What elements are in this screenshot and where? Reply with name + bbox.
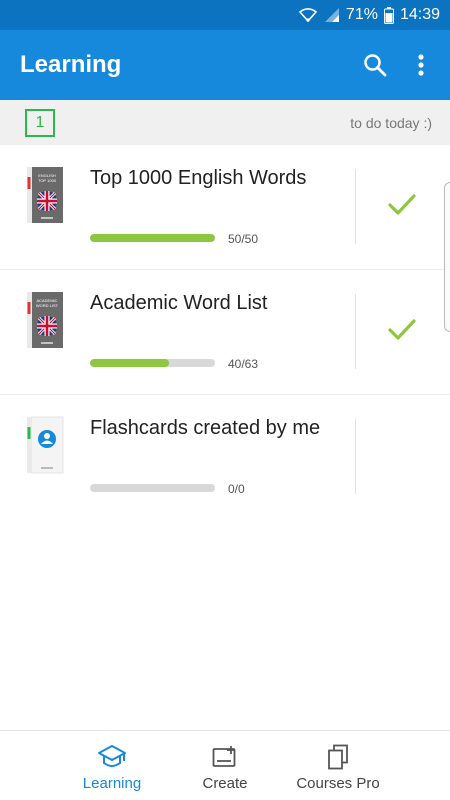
progress-count: 0/0 <box>228 482 245 496</box>
progress-bar <box>90 359 215 367</box>
todo-count-badge: 1 <box>25 108 55 137</box>
progress-fill <box>90 359 170 367</box>
page-title: Learning <box>20 51 122 78</box>
nav-create[interactable]: Create <box>165 731 285 800</box>
scroll-handle[interactable] <box>444 182 450 332</box>
uk-flag-book-icon: ENGLISH TOP 1000 <box>27 167 63 223</box>
courses-stack-icon <box>328 744 348 770</box>
more-vert-icon <box>418 54 424 76</box>
progress-count: 40/63 <box>228 357 259 371</box>
divider <box>355 419 356 494</box>
nav-learning[interactable]: Learning <box>52 731 172 800</box>
nav-label: Create <box>202 775 248 792</box>
todo-bar: 1 to do today :) <box>0 100 450 145</box>
divider <box>355 169 356 244</box>
progress-bar <box>90 484 215 492</box>
course-list: ENGLISH TOP 1000 Top 1000 English Words … <box>0 145 450 520</box>
more-options-button[interactable] <box>398 42 444 88</box>
battery-percent: 71% <box>345 6 378 23</box>
svg-text:WORD LIST: WORD LIST <box>36 303 59 308</box>
course-title: Top 1000 English Words <box>90 167 307 189</box>
nav-courses-pro[interactable]: Courses Pro <box>278 731 398 800</box>
search-icon <box>364 54 387 77</box>
course-row[interactable]: ENGLISH TOP 1000 Top 1000 English Words … <box>0 145 450 270</box>
course-row[interactable]: Flashcards created by me 0/0 <box>0 395 450 520</box>
bottom-nav: Learning Create Courses Pro <box>0 730 450 800</box>
course-title: Flashcards created by me <box>90 417 321 439</box>
battery-icon <box>383 6 394 24</box>
uk-flag-book-icon: ACADEMIC WORD LIST <box>27 292 63 348</box>
create-card-icon <box>212 746 236 767</box>
progress-count: 50/50 <box>228 232 259 246</box>
signal-icon <box>324 7 340 23</box>
clock: 14:39 <box>399 6 440 23</box>
todo-text: to do today :) <box>350 114 432 131</box>
progress-bar <box>90 234 215 242</box>
app-bar: Learning <box>0 30 450 100</box>
status-bar: 71% 14:39 <box>0 0 450 30</box>
nav-label: Learning <box>82 775 142 792</box>
svg-text:TOP 1000: TOP 1000 <box>38 178 57 183</box>
course-row[interactable]: ACADEMIC WORD LIST Academic Word List 40… <box>0 270 450 395</box>
check-icon <box>388 194 416 215</box>
user-book-icon <box>27 416 64 474</box>
divider <box>355 294 356 369</box>
progress-fill <box>90 234 215 242</box>
search-button[interactable] <box>352 42 398 88</box>
wifi-icon <box>298 7 318 23</box>
graduation-cap-icon <box>98 745 126 767</box>
check-icon <box>388 319 416 340</box>
course-title: Academic Word List <box>90 292 268 314</box>
nav-label: Courses Pro <box>296 775 380 792</box>
